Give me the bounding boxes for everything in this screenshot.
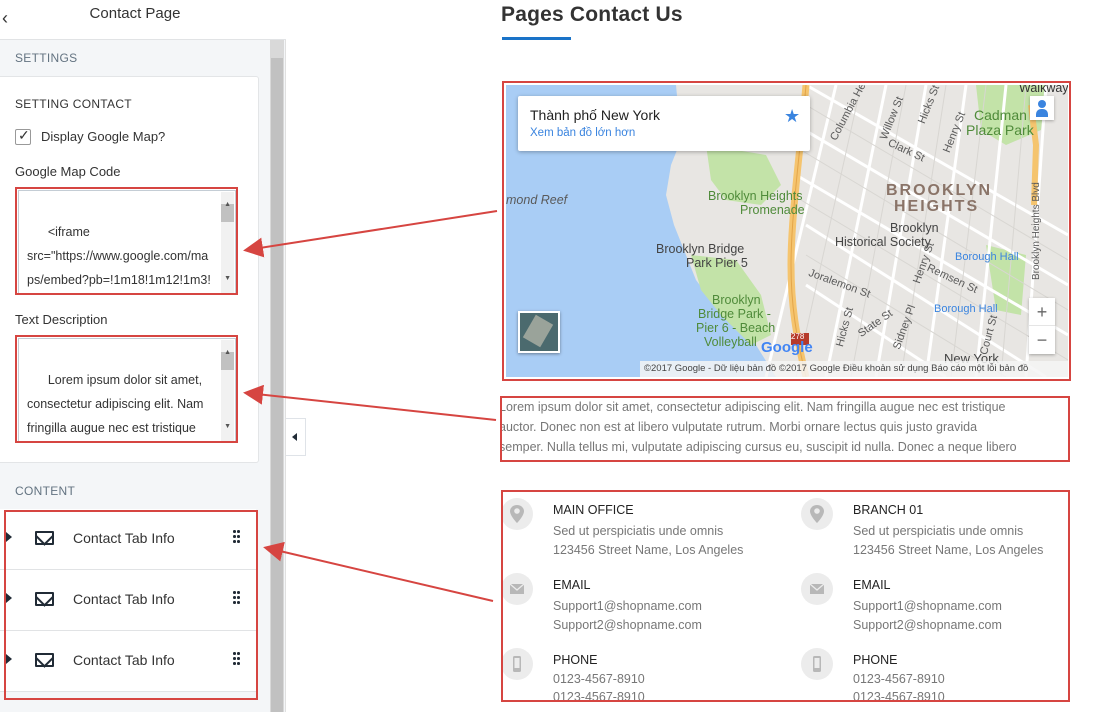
arrow-contacts: [263, 541, 494, 602]
heading-underline: [502, 37, 571, 40]
map-code-label: Google Map Code: [15, 164, 121, 179]
collapse-sidebar-button[interactable]: [286, 418, 306, 456]
annotation-box-text-description: [15, 335, 238, 443]
annotation-box-description: [500, 396, 1070, 462]
sidebar-header: ‹ Contact Page: [0, 0, 286, 40]
annotation-box-content-items: [4, 510, 258, 700]
display-map-checkbox[interactable]: ✓: [15, 127, 31, 145]
app-root: ‹ Contact Page SETTINGS SETTING CONTACT …: [0, 0, 1100, 712]
page-title: Pages Contact Us: [501, 3, 683, 26]
annotation-box-map: [502, 81, 1071, 381]
content-section-label: CONTENT: [15, 484, 76, 498]
caret-left-icon: [292, 433, 297, 441]
annotation-box-contact-info: [501, 490, 1070, 702]
display-map-label: Display Google Map?: [41, 129, 166, 144]
sidebar-title: Contact Page: [89, 5, 181, 22]
checkmark-icon: ✓: [18, 127, 30, 143]
sidebar: ‹ Contact Page SETTINGS SETTING CONTACT …: [0, 0, 286, 712]
annotation-box-map-code: [15, 187, 238, 295]
sidebar-scroll-thumb[interactable]: [271, 58, 283, 712]
text-description-label: Text Description: [15, 312, 108, 327]
setting-contact-title: SETTING CONTACT: [15, 97, 132, 111]
settings-section-label: SETTINGS: [15, 51, 78, 65]
